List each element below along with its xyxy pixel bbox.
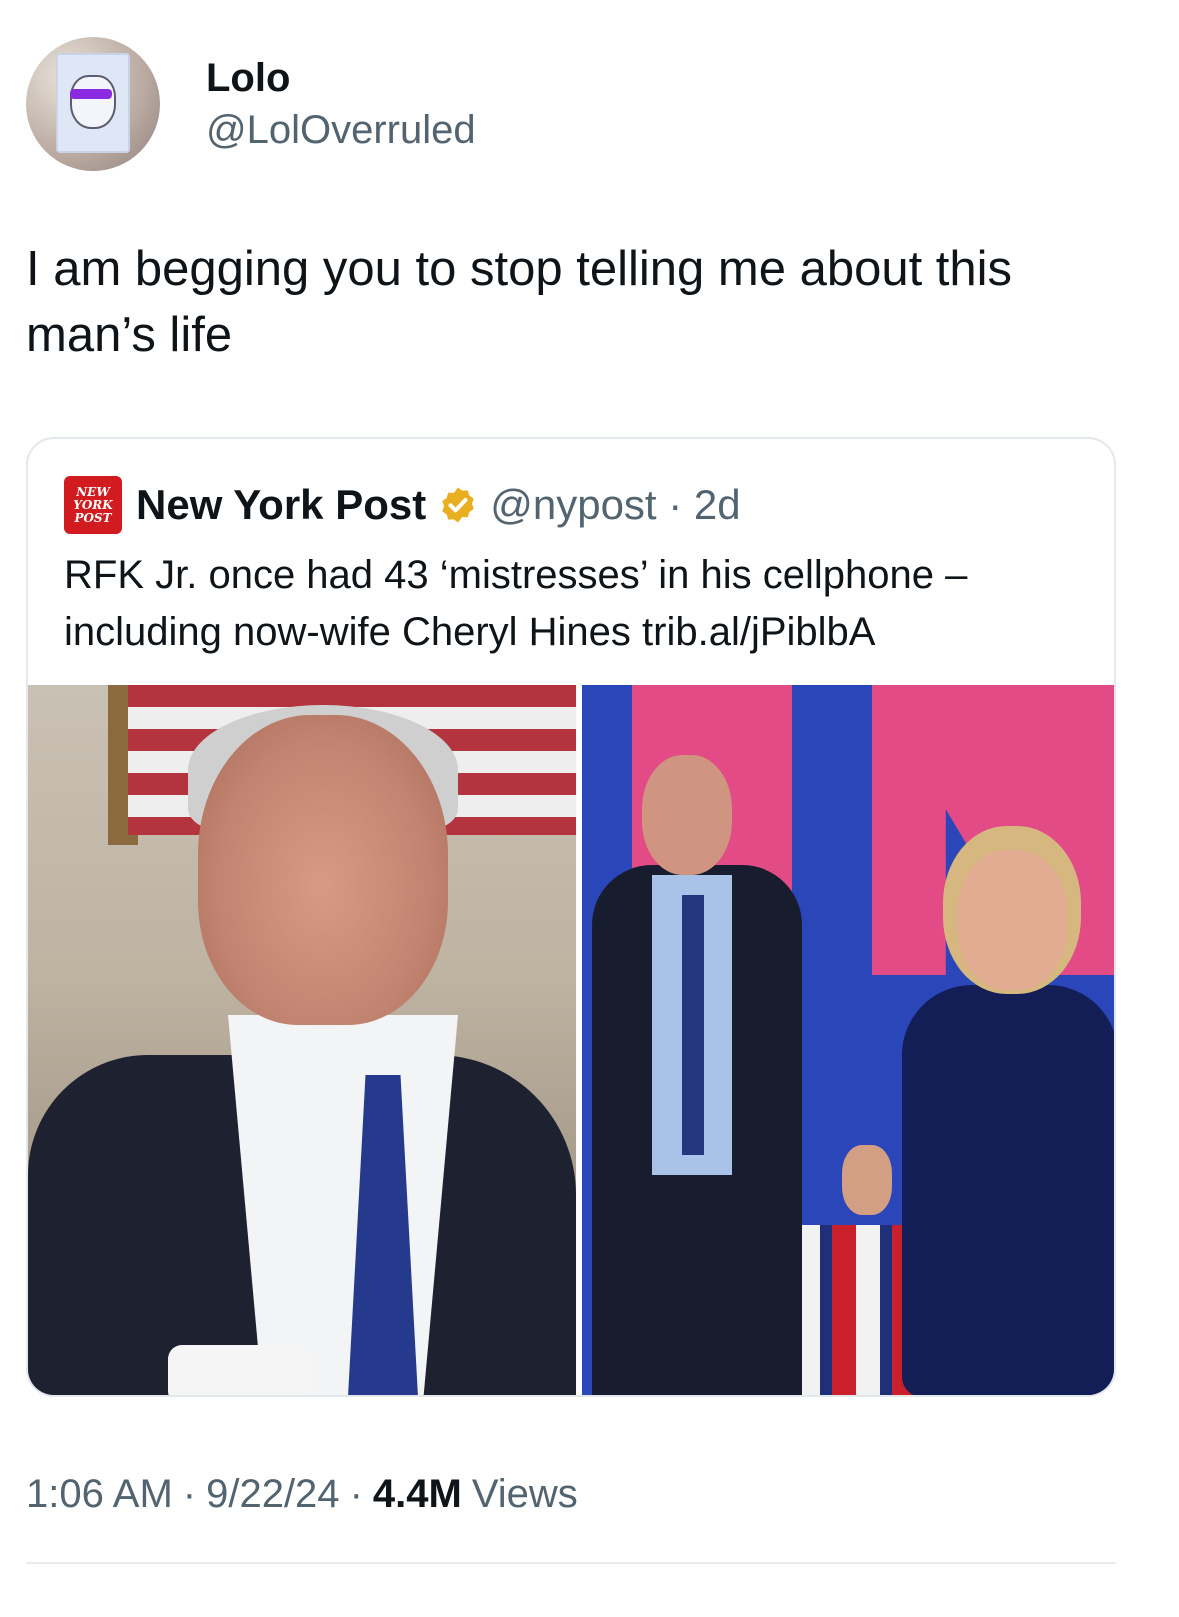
microphone xyxy=(168,1345,308,1395)
photo-right[interactable] xyxy=(582,685,1114,1395)
quoted-media[interactable] xyxy=(28,685,1114,1395)
woman-face xyxy=(957,850,1067,990)
tweet-time[interactable]: 1:06 AM xyxy=(26,1472,173,1517)
author-names: Lolo @LolOverruled xyxy=(206,52,476,156)
tweet-date[interactable]: 9/22/24 xyxy=(206,1472,339,1517)
tweet-meta: 1:06 AM · 9/22/24 · 4.4M Views xyxy=(26,1466,578,1522)
quoted-tweet[interactable]: NEW YORK POST New York Post @nypost · 2d… xyxy=(26,437,1116,1397)
meta-separator: · xyxy=(349,1471,363,1516)
face xyxy=(198,715,448,1025)
quoted-author-name[interactable]: New York Post xyxy=(136,481,426,529)
shirt xyxy=(228,1015,458,1395)
photo-left[interactable] xyxy=(28,685,576,1395)
views-label[interactable]: Views xyxy=(472,1472,578,1517)
quoted-handle-time[interactable]: @nypost · 2d xyxy=(490,481,740,529)
verified-badge-icon xyxy=(442,487,474,523)
logo-line-1: NEW xyxy=(76,484,110,499)
woman-dress xyxy=(902,985,1114,1395)
views-count[interactable]: 4.4M xyxy=(373,1472,462,1517)
logo-line-2: YORK xyxy=(73,497,113,512)
avatar-face xyxy=(70,75,116,129)
author-name[interactable]: Lolo xyxy=(206,52,476,104)
tweet-header: Lolo @LolOverruled xyxy=(26,36,476,172)
avatar[interactable] xyxy=(26,37,160,171)
meta-separator: · xyxy=(182,1471,197,1516)
man-face xyxy=(642,755,732,875)
quoted-tweet-header: NEW YORK POST New York Post @nypost · 2d xyxy=(64,475,741,535)
logo-line-3: POST xyxy=(74,510,112,525)
held-hands xyxy=(842,1145,892,1215)
nypost-logo[interactable]: NEW YORK POST xyxy=(64,476,122,534)
man-tie xyxy=(682,895,704,1155)
divider xyxy=(26,1562,1116,1564)
tweet-text: I am begging you to stop telling me abou… xyxy=(26,242,1013,362)
avatar-glasses xyxy=(70,89,112,99)
quoted-tweet-text: RFK Jr. once had 43 ‘mistresses’ in his … xyxy=(64,553,968,654)
author-handle[interactable]: @LolOverruled xyxy=(206,104,476,156)
